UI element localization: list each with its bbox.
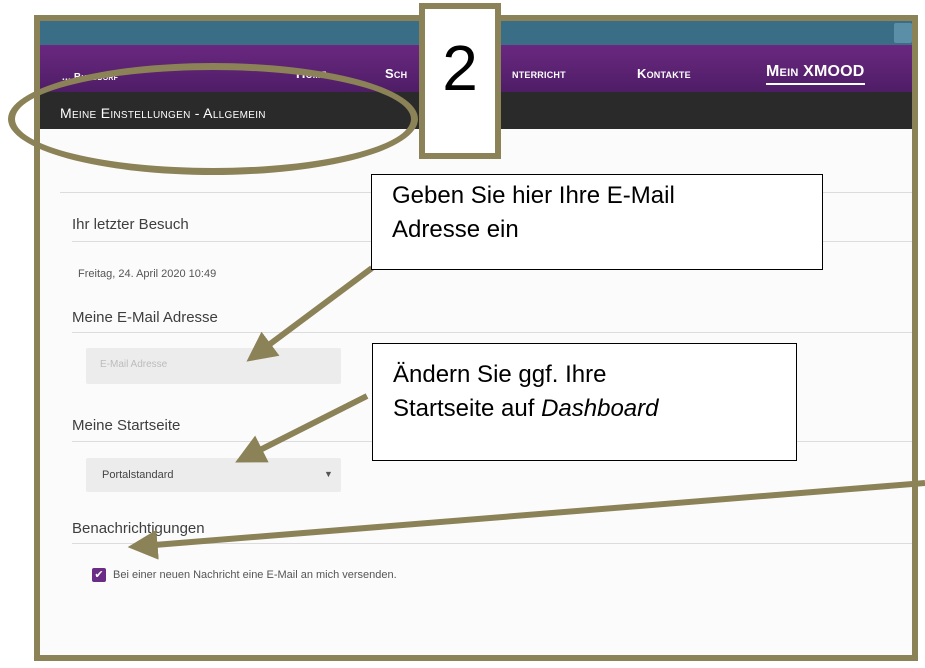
arrow-to-email-input [246, 265, 374, 362]
callout-email-line-2: Adresse ein [392, 216, 519, 243]
callout-startpage: Ändern Sie ggf. Ihre Startseite auf Dash… [372, 343, 797, 461]
callout-startpage-line-1: Ändern Sie ggf. Ihre [393, 361, 607, 388]
callout-email-line-1: Geben Sie hier Ihre E-Mail [392, 182, 675, 209]
callout-email: Geben Sie hier Ihre E-Mail Adresse ein [371, 174, 823, 270]
arrow-to-notification-checkbox [127, 480, 925, 560]
callout-startpage-line-2: Startseite auf Dashboard [393, 392, 776, 426]
callout-startpage-emphasis: Dashboard [541, 395, 659, 422]
callout-startpage-line-2-text: Startseite auf [393, 395, 542, 422]
arrow-to-startpage-select [235, 393, 369, 463]
annotation-arrows [127, 265, 925, 560]
